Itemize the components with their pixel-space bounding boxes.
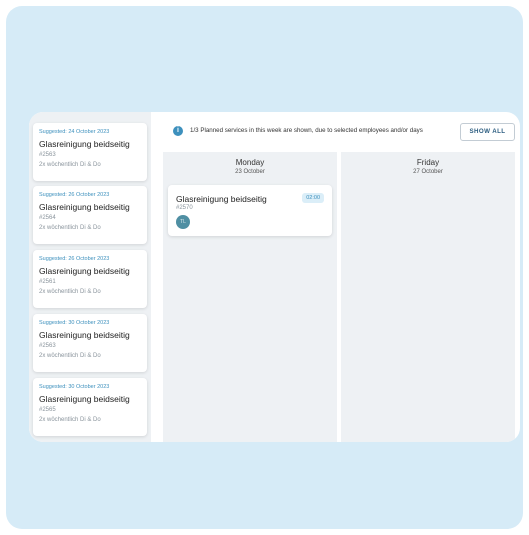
- suggestion-date: Suggested: 24 October 2023: [39, 129, 110, 135]
- service-id: #2570: [176, 205, 193, 211]
- employee-avatar[interactable]: TL: [176, 215, 190, 229]
- planner-panel: Suggested: 24 October 2023 Glasreinigung…: [29, 112, 520, 442]
- suggestion-frequency: 2x wöchentlich Di & Do: [39, 162, 101, 168]
- suggestion-card[interactable]: Suggested: 24 October 2023 Glasreinigung…: [33, 123, 147, 181]
- suggestion-card[interactable]: Suggested: 26 October 2023 Glasreinigung…: [33, 186, 147, 244]
- day-date: 23 October: [235, 169, 265, 175]
- service-card[interactable]: Glasreinigung beidseitig #2570 02:00 TL: [168, 185, 332, 236]
- suggestion-id: #2565: [39, 407, 56, 413]
- suggestion-frequency: 2x wöchentlich Di & Do: [39, 289, 101, 295]
- suggestion-id: #2561: [39, 279, 56, 285]
- suggestion-title: Glasreinigung beidseitig: [39, 266, 130, 276]
- suggestion-id: #2563: [39, 152, 56, 158]
- info-icon: i: [173, 126, 183, 136]
- suggestion-title: Glasreinigung beidseitig: [39, 139, 130, 149]
- suggestion-id: #2563: [39, 343, 56, 349]
- suggestion-card[interactable]: Suggested: 26 October 2023 Glasreinigung…: [33, 250, 147, 308]
- suggestion-title: Glasreinigung beidseitig: [39, 394, 130, 404]
- suggestion-title: Glasreinigung beidseitig: [39, 202, 130, 212]
- suggestion-date: Suggested: 26 October 2023: [39, 256, 110, 262]
- suggestions-sidebar[interactable]: Suggested: 24 October 2023 Glasreinigung…: [29, 112, 151, 442]
- suggestion-card[interactable]: Suggested: 30 October 2023 Glasreinigung…: [33, 378, 147, 436]
- suggestion-date: Suggested: 26 October 2023: [39, 192, 110, 198]
- show-all-button[interactable]: SHOW ALL: [460, 123, 515, 141]
- suggestion-title: Glasreinigung beidseitig: [39, 330, 130, 340]
- day-date: 27 October: [413, 169, 443, 175]
- suggestion-frequency: 2x wöchentlich Di & Do: [39, 353, 101, 359]
- outer-frame: Suggested: 24 October 2023 Glasreinigung…: [6, 6, 523, 529]
- service-duration-badge: 02:00: [302, 193, 324, 203]
- day-name: Monday: [235, 158, 265, 167]
- day-name: Friday: [416, 158, 440, 167]
- day-column-monday[interactable]: Monday 23 October Glasreinigung beidseit…: [163, 152, 337, 442]
- info-message: 1/3 Planned services in this week are sh…: [190, 127, 423, 134]
- suggestion-date: Suggested: 30 October 2023: [39, 320, 110, 326]
- suggestion-id: #2564: [39, 215, 56, 221]
- suggestion-date: Suggested: 30 October 2023: [39, 384, 110, 390]
- service-title: Glasreinigung beidseitig: [176, 194, 267, 204]
- suggestion-frequency: 2x wöchentlich Di & Do: [39, 417, 101, 423]
- suggestion-frequency: 2x wöchentlich Di & Do: [39, 225, 101, 231]
- suggestion-card[interactable]: Suggested: 30 October 2023 Glasreinigung…: [33, 314, 147, 372]
- info-bar: i 1/3 Planned services in this week are …: [163, 120, 515, 146]
- day-column-friday[interactable]: Friday 27 October: [341, 152, 515, 442]
